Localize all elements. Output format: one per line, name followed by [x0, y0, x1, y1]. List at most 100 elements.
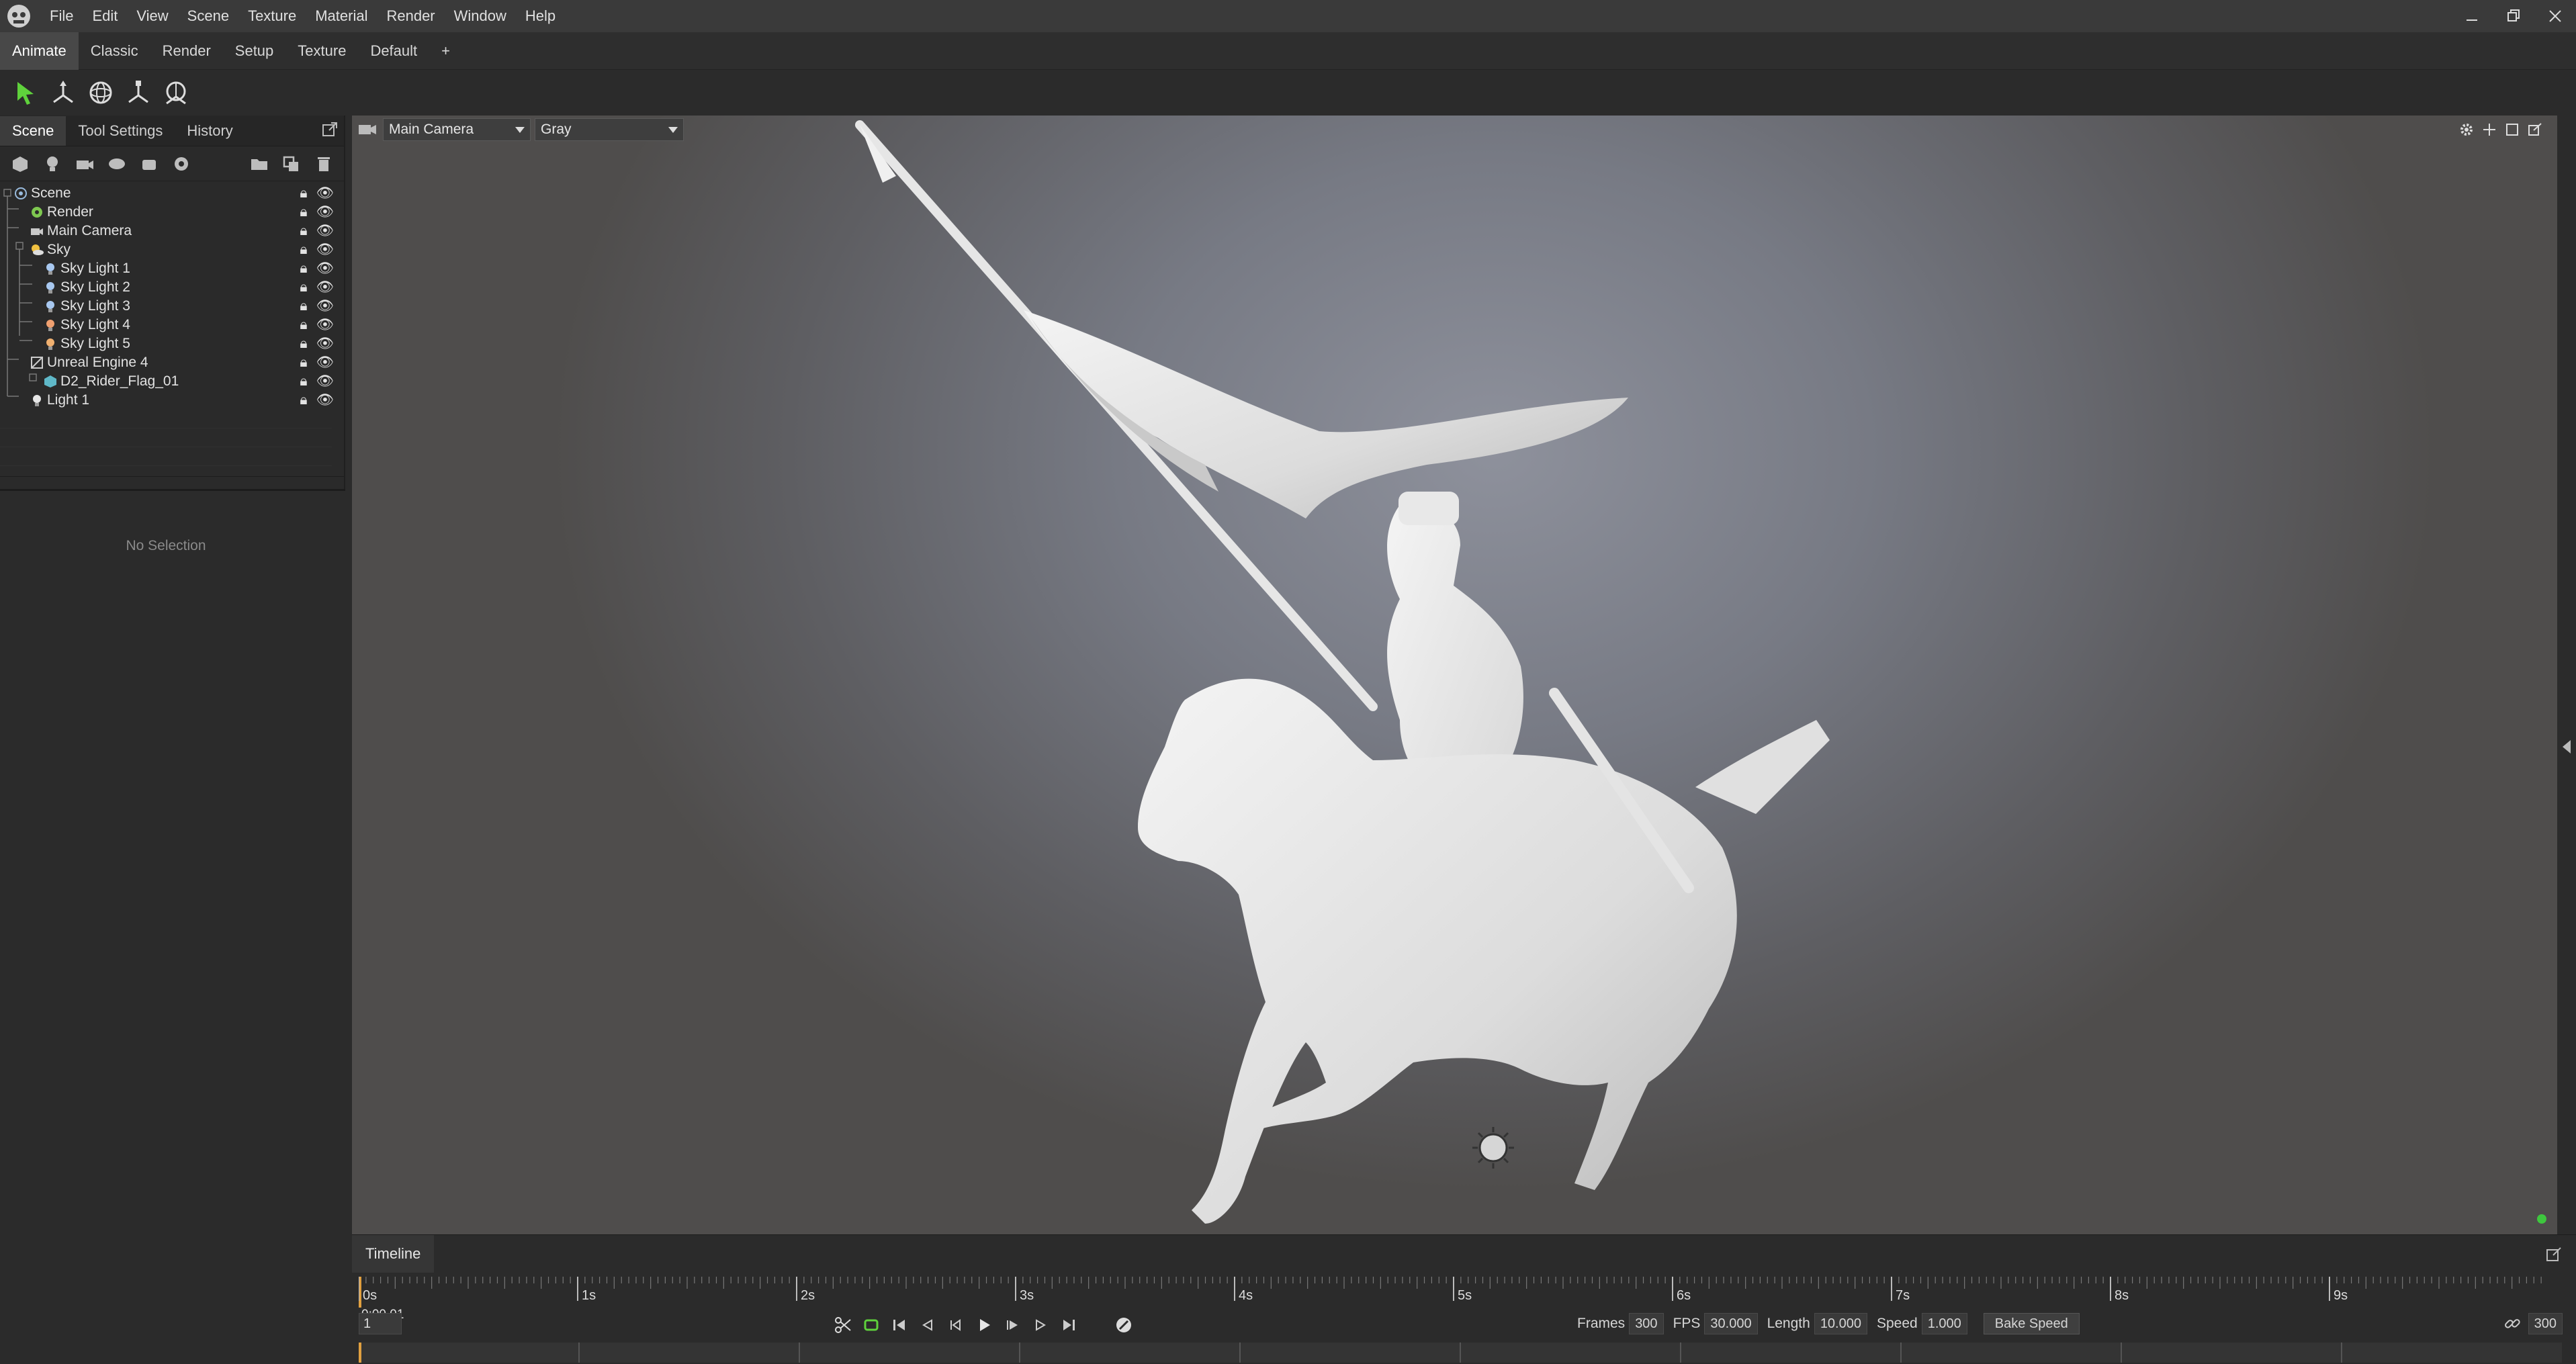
visibility-icon[interactable]: 👁︎ [314, 317, 336, 332]
restore-icon[interactable] [2493, 0, 2534, 32]
visibility-icon[interactable]: 👁︎ [314, 223, 336, 238]
menu-edit[interactable]: Edit [83, 0, 127, 32]
universal-tool-icon[interactable] [157, 74, 195, 111]
menu-scene[interactable]: Scene [178, 0, 238, 32]
transport-controls [829, 1312, 1138, 1338]
tab-scene[interactable]: Scene [0, 116, 66, 146]
tab-timeline[interactable]: Timeline [352, 1235, 435, 1273]
menu-file[interactable]: File [40, 0, 83, 32]
add-room-button[interactable]: + [429, 32, 462, 70]
visibility-icon[interactable]: 👁︎ [314, 336, 336, 351]
right-panel-collapsed[interactable] [2557, 116, 2576, 1234]
tree-item-main-camera[interactable]: Main Camera 🔒︎ 👁︎ [0, 222, 336, 240]
popout-icon[interactable] [2545, 1246, 2563, 1263]
add-audio-icon[interactable] [165, 149, 197, 179]
tree-item-d2-rider-flag[interactable]: D2_Rider_Flag_01 🔒︎ 👁︎ [0, 372, 336, 391]
room-tab-render[interactable]: Render [150, 32, 223, 70]
lock-icon[interactable]: 🔒︎ [293, 279, 314, 295]
rotate-tool-icon[interactable] [82, 74, 120, 111]
tree-item-sky[interactable]: Sky 🔒︎ 👁︎ [0, 240, 336, 259]
room-tab-animate[interactable]: Animate [0, 32, 79, 70]
tree-item-sky-light-5[interactable]: Sky Light 5 🔒︎ 👁︎ [0, 334, 336, 353]
auto-key-icon[interactable] [1110, 1312, 1138, 1338]
tree-item-scene[interactable]: Scene 🔒︎ 👁︎ [0, 184, 336, 203]
scissors-cut-icon[interactable] [829, 1312, 857, 1338]
end-frame-field[interactable]: 300 [2528, 1313, 2563, 1334]
visibility-icon[interactable]: 👁︎ [314, 204, 336, 220]
lock-icon[interactable]: 🔒︎ [293, 223, 314, 238]
timeline-track[interactable] [359, 1343, 2562, 1363]
3d-viewport[interactable]: Main Camera Gray [352, 116, 2557, 1234]
lock-icon[interactable]: 🔒︎ [293, 242, 314, 257]
loop-icon[interactable] [857, 1312, 885, 1338]
tree-item-sky-light-4[interactable]: Sky Light 4 🔒︎ 👁︎ [0, 316, 336, 334]
light-gizmo-icon[interactable] [1470, 1124, 1517, 1171]
menu-help[interactable]: Help [516, 0, 565, 32]
lock-icon[interactable]: 🔒︎ [293, 373, 314, 389]
bake-speed-button[interactable]: Bake Speed [1983, 1313, 2080, 1334]
room-tab-classic[interactable]: Classic [79, 32, 150, 70]
expand-panel-icon[interactable] [2557, 733, 2576, 760]
rider-on-horse-model[interactable] [352, 116, 2557, 1234]
tree-item-light-1[interactable]: Light 1 🔒︎ 👁︎ [0, 391, 336, 410]
menu-material[interactable]: Material [306, 0, 377, 32]
lock-icon[interactable]: 🔒︎ [293, 392, 314, 408]
lock-icon[interactable]: 🔒︎ [293, 336, 314, 351]
lock-icon[interactable]: 🔒︎ [293, 261, 314, 276]
add-object-icon[interactable] [4, 149, 36, 179]
tree-item-render[interactable]: Render 🔒︎ 👁︎ [0, 203, 336, 222]
visibility-icon[interactable]: 👁︎ [314, 355, 336, 370]
fps-field[interactable]: 30.000 [1704, 1313, 1758, 1334]
menu-render[interactable]: Render [377, 0, 444, 32]
visibility-icon[interactable]: 👁︎ [314, 279, 336, 295]
play-icon[interactable] [970, 1312, 998, 1338]
visibility-icon[interactable]: 👁︎ [314, 298, 336, 314]
menu-texture[interactable]: Texture [238, 0, 306, 32]
select-arrow-icon[interactable] [7, 74, 44, 111]
move-tool-icon[interactable] [44, 74, 82, 111]
lock-icon[interactable]: 🔒︎ [293, 298, 314, 314]
next-frame-icon[interactable] [998, 1312, 1026, 1338]
room-tab-default[interactable]: Default [358, 32, 429, 70]
popout-icon[interactable] [321, 121, 339, 138]
minimize-icon[interactable] [2451, 0, 2493, 32]
room-tab-setup[interactable]: Setup [223, 32, 286, 70]
menu-view[interactable]: View [127, 0, 177, 32]
folder-icon[interactable] [243, 149, 275, 179]
tree-item-unreal-engine-4[interactable]: Unreal Engine 4 🔒︎ 👁︎ [0, 353, 336, 372]
tree-item-sky-light-3[interactable]: Sky Light 3 🔒︎ 👁︎ [0, 297, 336, 316]
tree-item-sky-light-2[interactable]: Sky Light 2 🔒︎ 👁︎ [0, 278, 336, 297]
next-key-icon[interactable] [1026, 1312, 1055, 1338]
go-to-end-icon[interactable] [1055, 1312, 1083, 1338]
go-to-start-icon[interactable] [885, 1312, 914, 1338]
visibility-icon[interactable]: 👁︎ [314, 185, 336, 201]
visibility-icon[interactable]: 👁︎ [314, 373, 336, 389]
scale-tool-icon[interactable] [120, 74, 157, 111]
tab-history[interactable]: History [175, 116, 245, 146]
frames-field[interactable]: 300 [1629, 1313, 1664, 1334]
add-group-icon[interactable] [133, 149, 165, 179]
delete-icon[interactable] [308, 149, 340, 179]
tab-tool-settings[interactable]: Tool Settings [66, 116, 175, 146]
duplicate-icon[interactable] [275, 149, 308, 179]
menu-window[interactable]: Window [445, 0, 516, 32]
lock-icon[interactable]: 🔒︎ [293, 355, 314, 370]
visibility-icon[interactable]: 👁︎ [314, 242, 336, 257]
visibility-icon[interactable]: 👁︎ [314, 261, 336, 276]
add-camera-icon[interactable] [69, 149, 101, 179]
tree-item-sky-light-1[interactable]: Sky Light 1 🔒︎ 👁︎ [0, 259, 336, 278]
speed-field[interactable]: 1.000 [1921, 1313, 1967, 1334]
current-frame-field[interactable]: 1 [359, 1313, 402, 1334]
lock-icon[interactable]: 🔒︎ [293, 204, 314, 220]
previous-frame-icon[interactable] [942, 1312, 970, 1338]
visibility-icon[interactable]: 👁︎ [314, 392, 336, 408]
add-fog-icon[interactable] [101, 149, 133, 179]
close-icon[interactable] [2534, 0, 2576, 32]
room-tab-texture[interactable]: Texture [285, 32, 358, 70]
lock-icon[interactable]: 🔒︎ [293, 185, 314, 201]
length-field[interactable]: 10.000 [1814, 1313, 1867, 1334]
lock-icon[interactable]: 🔒︎ [293, 317, 314, 332]
add-light-icon[interactable] [36, 149, 69, 179]
previous-key-icon[interactable] [914, 1312, 942, 1338]
link-icon[interactable] [2503, 1314, 2522, 1333]
